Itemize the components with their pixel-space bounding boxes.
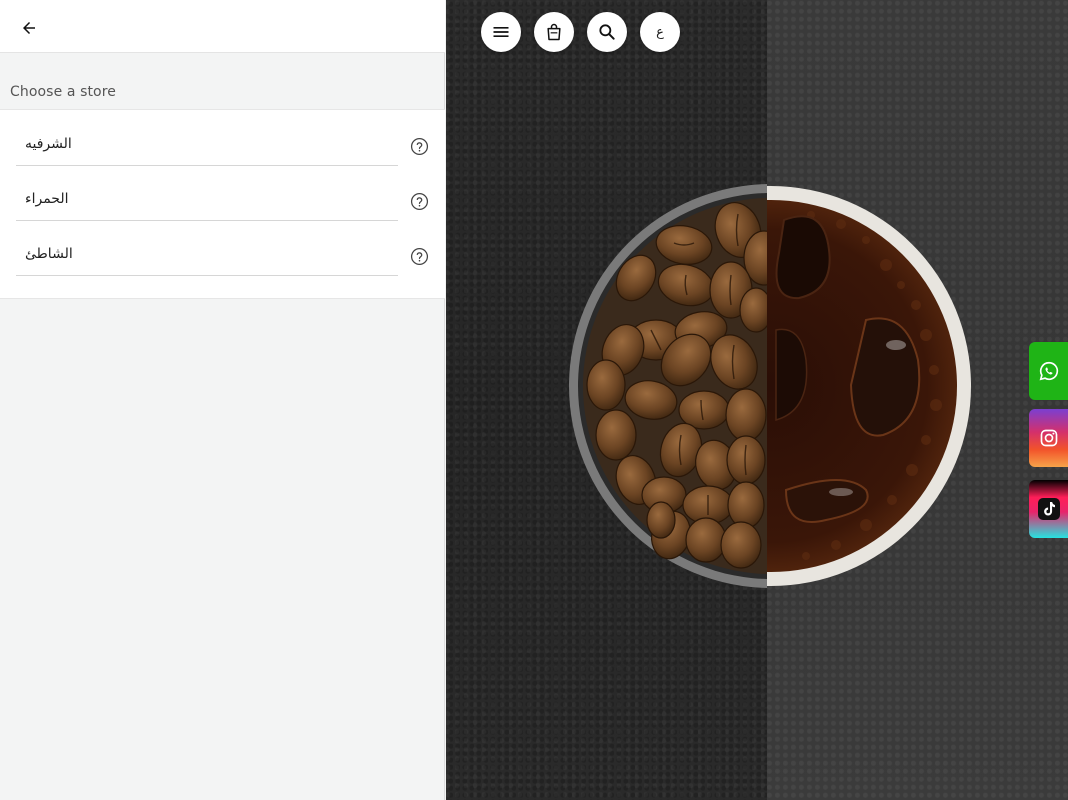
menu-icon bbox=[493, 27, 509, 37]
search-icon bbox=[599, 24, 615, 40]
store-item[interactable]: الشرفيه bbox=[0, 110, 445, 166]
back-button[interactable] bbox=[15, 14, 43, 42]
whatsapp-button[interactable] bbox=[1029, 342, 1068, 400]
cart-button[interactable] bbox=[534, 12, 574, 52]
store-name: الشرفيه bbox=[25, 136, 72, 152]
question-circle-icon[interactable] bbox=[410, 192, 429, 211]
tiktok-icon bbox=[1037, 498, 1060, 520]
instagram-icon bbox=[1040, 429, 1057, 447]
store-chooser-panel: Choose a store الشرفيه الحمراء الشاطئ bbox=[0, 0, 445, 800]
arrow-left-icon bbox=[23, 22, 35, 34]
question-circle-icon[interactable] bbox=[410, 247, 429, 266]
choose-store-heading: Choose a store bbox=[10, 84, 116, 100]
panel-header bbox=[0, 0, 445, 53]
divider bbox=[16, 275, 398, 276]
store-item[interactable]: الحمراء bbox=[0, 165, 445, 221]
coffee-cup-image bbox=[569, 184, 971, 588]
store-name: الحمراء bbox=[25, 191, 69, 207]
question-circle-icon[interactable] bbox=[410, 137, 429, 156]
store-item[interactable]: الشاطئ bbox=[0, 220, 445, 276]
tiktok-button[interactable] bbox=[1029, 480, 1068, 538]
store-list: الشرفيه الحمراء الشاطئ bbox=[0, 109, 445, 299]
language-button[interactable]: ع bbox=[640, 12, 680, 52]
menu-button[interactable] bbox=[481, 12, 521, 52]
instagram-button[interactable] bbox=[1029, 409, 1068, 467]
store-name: الشاطئ bbox=[25, 246, 73, 262]
language-label: ع bbox=[656, 24, 664, 40]
shopping-bag-icon bbox=[547, 23, 561, 41]
hero-image: ع bbox=[446, 0, 1068, 800]
whatsapp-icon bbox=[1039, 361, 1058, 381]
search-button[interactable] bbox=[587, 12, 627, 52]
